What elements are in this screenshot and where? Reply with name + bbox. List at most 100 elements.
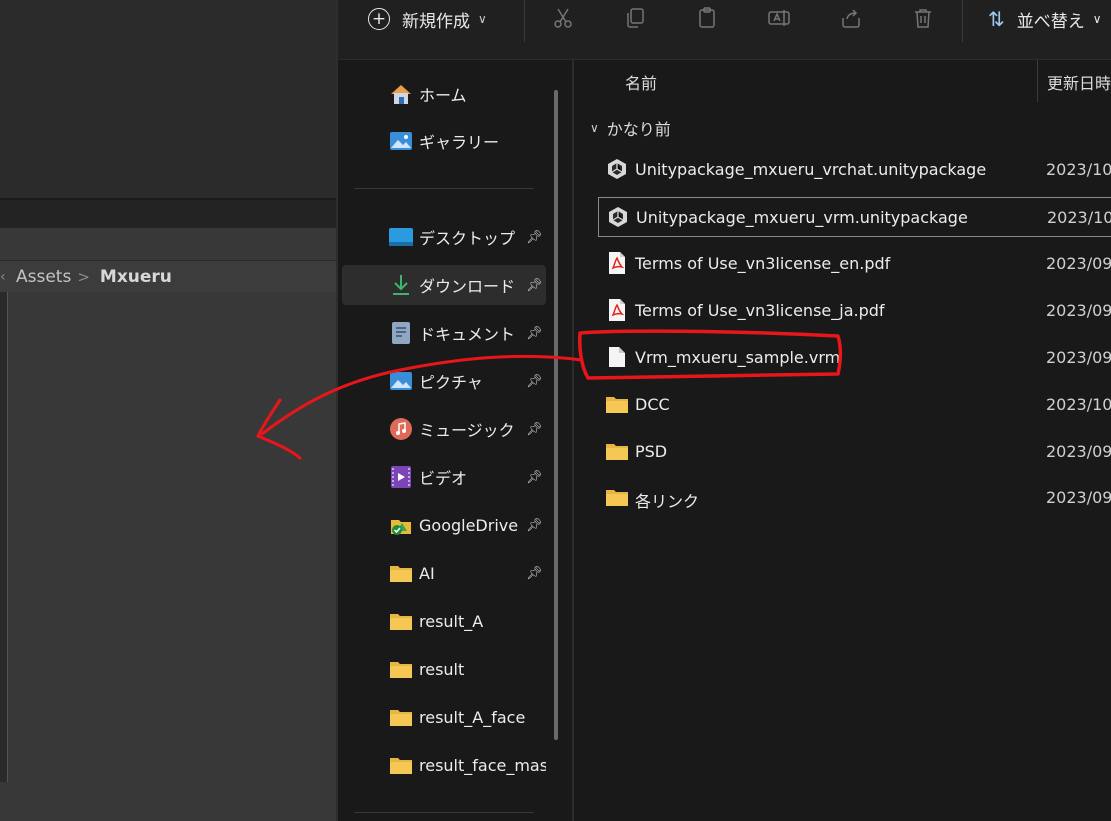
file-row[interactable]: Terms of Use_vn3license_ja.pdf 2023/09 xyxy=(598,291,1111,331)
chevron-down-icon: ∨ xyxy=(590,121,599,135)
file-row[interactable]: Terms of Use_vn3license_en.pdf 2023/09 xyxy=(598,244,1111,284)
folder-icon xyxy=(388,704,414,730)
plus-icon: + xyxy=(368,8,390,30)
cut-icon[interactable] xyxy=(550,4,576,32)
nav-item-documents[interactable]: ドキュメント 📌︎ xyxy=(342,313,546,353)
nav-item-result-a-face[interactable]: result_A_face xyxy=(342,697,546,737)
share-icon[interactable] xyxy=(838,4,864,32)
desktop-icon xyxy=(388,224,414,250)
toolbar-divider xyxy=(524,0,525,42)
sort-button[interactable]: ⇅ 並べ替え ∨ xyxy=(988,4,1102,34)
chevron-down-icon: ∨ xyxy=(478,12,487,26)
pin-icon[interactable]: 📌︎ xyxy=(526,566,543,581)
unity-editor-window: ‹ Assets > Mxueru xyxy=(0,0,336,821)
folder-icon xyxy=(605,439,629,463)
sort-button-label: 並べ替え xyxy=(1016,11,1085,32)
folder-name: 各リンク xyxy=(635,492,700,511)
pin-icon[interactable]: 📌︎ xyxy=(526,422,543,437)
nav-item-result[interactable]: result xyxy=(342,649,546,689)
folder-row[interactable]: PSD 2023/09 xyxy=(598,432,1111,472)
file-date: 2023/09 xyxy=(1046,348,1111,367)
nav-item-label: ギャラリー xyxy=(419,133,500,152)
breadcrumb: ‹ Assets > Mxueru xyxy=(0,260,336,292)
nav-item-downloads[interactable]: ダウンロード 📌︎ xyxy=(342,265,546,305)
nav-item-result-a[interactable]: result_A xyxy=(342,601,546,641)
column-header-date[interactable]: 更新日時 xyxy=(1047,70,1111,94)
folder-date: 2023/09 xyxy=(1046,488,1111,507)
rename-icon[interactable] xyxy=(766,4,792,32)
nav-item-label: GoogleDrive xyxy=(419,515,519,535)
folder-row[interactable]: 各リンク 2023/09 xyxy=(598,478,1111,518)
pin-icon[interactable]: 📌︎ xyxy=(526,326,543,341)
nav-item-home[interactable]: ホーム xyxy=(342,74,546,114)
file-list: 名前 更新日時 ∨ かなり前 Unitypackage_mxueru_vrcha… xyxy=(576,60,1111,821)
chevron-down-icon: ∨ xyxy=(1092,12,1102,26)
nav-item-desktop[interactable]: デスクトップ 📌︎ xyxy=(342,217,546,257)
file-row[interactable]: Unitypackage_mxueru_vrchat.unitypackage … xyxy=(598,150,1111,190)
unity-top-panel xyxy=(0,0,336,198)
file-explorer-window: + 新規作成 ∨ ⇅ 並べ替え ∨ ホーム ギャラリー デスクトップ 📌︎ ダウ… xyxy=(336,0,1111,821)
pin-icon[interactable]: 📌︎ xyxy=(526,374,543,389)
group-header[interactable]: ∨ かなり前 xyxy=(590,116,671,140)
folder-row[interactable]: DCC 2023/10 xyxy=(598,385,1111,425)
folder-icon xyxy=(388,656,414,682)
unity-panel-header xyxy=(0,198,336,228)
chevron-left-icon: ‹ xyxy=(0,268,6,285)
nav-item-label: result_face_mask xyxy=(419,755,546,775)
nav-item-label: ミュージック xyxy=(419,421,515,440)
unity-package-icon xyxy=(606,205,630,229)
file-name: Unitypackage_mxueru_vrchat.unitypackage xyxy=(635,160,987,179)
pdf-icon xyxy=(605,251,629,275)
nav-item-result-face-mask[interactable]: result_face_mask xyxy=(342,745,546,785)
home-icon xyxy=(388,81,414,107)
folder-name: DCC xyxy=(635,395,670,414)
pin-icon[interactable]: 📌︎ xyxy=(526,470,543,485)
file-date: 2023/10 xyxy=(1047,208,1111,227)
nav-item-label: result_A xyxy=(419,611,484,631)
column-divider[interactable] xyxy=(1037,60,1038,102)
file-date: 2023/09 xyxy=(1046,254,1111,273)
folder-icon xyxy=(388,752,414,778)
nav-item-label: result xyxy=(419,659,465,679)
document-icon xyxy=(388,320,414,346)
column-header-name[interactable]: 名前 xyxy=(625,70,657,94)
nav-item-google-drive[interactable]: GoogleDrive 📌︎ xyxy=(342,505,546,545)
nav-item-label: ダウンロード xyxy=(419,277,516,296)
nav-item-pictures[interactable]: ピクチャ 📌︎ xyxy=(342,361,546,401)
nav-item-gallery[interactable]: ギャラリー xyxy=(342,121,546,161)
breadcrumb-item-assets[interactable]: Assets xyxy=(16,267,71,287)
file-name: Terms of Use_vn3license_en.pdf xyxy=(635,254,891,273)
file-row[interactable]: Vrm_mxueru_sample.vrm 2023/09 xyxy=(598,338,1111,378)
breadcrumb-item-current[interactable]: Mxueru xyxy=(100,267,172,287)
nav-divider xyxy=(354,188,534,189)
file-date: 2023/09 xyxy=(1046,301,1111,320)
nav-item-label: ピクチャ xyxy=(419,373,483,392)
column-header-row: 名前 更新日時 xyxy=(576,60,1111,102)
folder-icon xyxy=(605,392,629,416)
pin-icon[interactable]: 📌︎ xyxy=(526,518,543,533)
file-name: Terms of Use_vn3license_ja.pdf xyxy=(635,301,885,320)
file-row[interactable]: Unitypackage_mxueru_vrm.unitypackage 202… xyxy=(598,197,1111,237)
pin-icon[interactable]: 📌︎ xyxy=(526,230,543,245)
nav-item-videos[interactable]: ビデオ 📌︎ xyxy=(342,457,546,497)
folder-name: PSD xyxy=(635,442,668,461)
copy-icon[interactable] xyxy=(622,4,648,32)
new-button[interactable]: + 新規作成 ∨ xyxy=(368,4,487,34)
nav-item-label: ビデオ xyxy=(419,469,468,488)
chevron-right-icon: > xyxy=(77,267,90,286)
unity-package-icon xyxy=(605,157,629,181)
video-icon xyxy=(388,464,414,490)
nav-scrollbar[interactable] xyxy=(554,90,558,740)
pin-icon[interactable]: 📌︎ xyxy=(526,278,543,293)
folder-icon xyxy=(388,608,414,634)
delete-icon[interactable] xyxy=(910,4,936,32)
music-icon xyxy=(388,416,414,442)
unity-project-panel[interactable] xyxy=(0,292,8,782)
paste-icon[interactable] xyxy=(694,4,720,32)
pictures-icon xyxy=(388,368,414,394)
nav-item-music[interactable]: ミュージック 📌︎ xyxy=(342,409,546,449)
folder-date: 2023/09 xyxy=(1046,442,1111,461)
nav-item-ai[interactable]: AI 📌︎ xyxy=(342,553,546,593)
folder-icon xyxy=(605,485,629,509)
nav-item-label: ドキュメント xyxy=(419,325,516,344)
